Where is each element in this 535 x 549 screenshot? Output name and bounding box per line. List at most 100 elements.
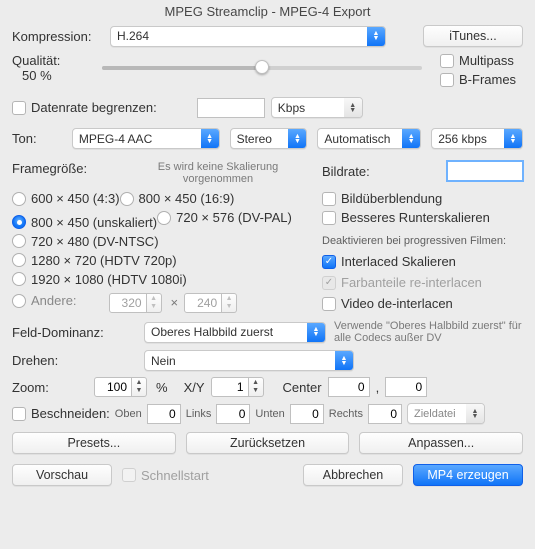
stepper-arrows-icon <box>249 377 264 397</box>
crop-top-label: Oben <box>115 408 142 420</box>
presets-button[interactable]: Presets... <box>12 432 176 454</box>
chevron-updown-icon <box>466 404 484 423</box>
blend-checkbox[interactable]: Bildüberblendung <box>322 191 442 206</box>
preview-button[interactable]: Vorschau <box>12 464 112 486</box>
framesize-other-width[interactable] <box>109 293 165 313</box>
datarate-input[interactable] <box>197 98 265 118</box>
multipass-checkbox[interactable]: Multipass <box>440 53 516 68</box>
zoom-percent-input[interactable] <box>94 377 132 397</box>
bframes-label: B-Frames <box>459 72 516 87</box>
radio-dot-icon <box>120 192 134 206</box>
window-title: MPEG Streamclip - MPEG-4 Export <box>0 0 535 25</box>
rotate-label: Drehen: <box>12 353 144 368</box>
framesize-other-height-input[interactable] <box>184 293 222 313</box>
audio-channels-select[interactable]: Stereo <box>230 128 308 149</box>
quality-label-block: Qualität: 50 % <box>12 53 88 83</box>
framesize-radio-4[interactable]: 720 × 480 (DV-NTSC) <box>12 234 159 249</box>
video-deinterlace-label: Video de-interlacen <box>341 296 453 311</box>
video-deinterlace-checkbox[interactable]: Video de-interlacen <box>322 296 453 311</box>
framesize-radio-label: 1280 × 720 (HDTV 720p) <box>31 253 177 268</box>
framesize-radio-6[interactable]: 1920 × 1080 (HDTV 1080i) <box>12 272 187 287</box>
chevron-updown-icon <box>402 129 420 148</box>
datarate-unit-select[interactable]: Kbps <box>271 97 363 118</box>
better-downscale-checkbox[interactable]: Besseres Runterskalieren <box>322 210 490 225</box>
zoom-xy-stepper[interactable] <box>211 377 267 397</box>
framesize-radio-label: 720 × 576 (DV-PAL) <box>176 210 292 225</box>
crop-checkbox[interactable]: Beschneiden: <box>12 406 110 421</box>
compression-value: H.264 <box>117 29 363 43</box>
audio-label: Ton: <box>12 131 72 146</box>
zoom-center-label: Center <box>283 380 322 395</box>
chevron-updown-icon <box>504 129 522 148</box>
crop-left-input[interactable] <box>216 404 250 424</box>
framesize-other-width-input[interactable] <box>109 293 147 313</box>
framesize-radio-label: 800 × 450 (unskaliert) <box>31 215 157 230</box>
compression-label: Kompression: <box>12 29 110 44</box>
framesize-radio-label: 720 × 480 (DV-NTSC) <box>31 234 159 249</box>
crop-bottom-label: Unten <box>255 408 284 420</box>
crop-top-input[interactable] <box>147 404 181 424</box>
bframes-checkbox[interactable]: B-Frames <box>440 72 516 87</box>
audio-bitrate-select[interactable]: 256 kbps <box>431 128 523 149</box>
framesize-radio-label: 800 × 450 (16:9) <box>139 191 235 206</box>
quality-percent-text: 50 % <box>12 68 88 83</box>
audio-codec-value: MPEG-4 AAC <box>79 132 197 146</box>
framesize-radio-0[interactable]: 600 × 450 (4:3) <box>12 191 120 206</box>
itunes-button[interactable]: iTunes... <box>423 25 523 47</box>
deinterlace-heading: Deaktivieren bei progressiven Filmen: <box>322 235 523 247</box>
framesize-radio-3[interactable]: 720 × 576 (DV-PAL) <box>157 210 292 225</box>
adjust-button[interactable]: Anpassen... <box>359 432 523 454</box>
framesize-note: Es wird keine Skalierung vorgenommen <box>124 161 312 185</box>
audio-bitrate-value: 256 kbps <box>438 132 500 146</box>
reset-button[interactable]: Zurücksetzen <box>186 432 350 454</box>
framesize-radio-5[interactable]: 1280 × 720 (HDTV 720p) <box>12 253 177 268</box>
framesize-other-label: Andere: <box>31 293 77 308</box>
radio-dot-icon <box>12 272 26 286</box>
framesize-other-radio[interactable]: Andere: <box>12 293 77 308</box>
audio-channels-value: Stereo <box>237 132 285 146</box>
field-dominance-label: Feld-Dominanz: <box>12 325 144 340</box>
framesize-radio-1[interactable]: 800 × 450 (16:9) <box>120 191 235 206</box>
make-mp4-button[interactable]: MP4 erzeugen <box>413 464 523 486</box>
chevron-updown-icon <box>201 129 219 148</box>
compression-select[interactable]: H.264 <box>110 26 386 47</box>
field-dominance-hint: Verwende "Oberes Halbbild zuerst" für al… <box>334 320 523 344</box>
crop-target-select[interactable]: Zieldatei <box>407 403 485 424</box>
audio-mode-select[interactable]: Automatisch <box>317 128 421 149</box>
zoom-xy-input[interactable] <box>211 377 249 397</box>
bildrate-input[interactable] <box>447 161 523 181</box>
radio-dot-icon <box>12 234 26 248</box>
audio-mode-value: Automatisch <box>324 132 398 146</box>
framesize-radio-2[interactable]: 800 × 450 (unskaliert) <box>12 215 157 230</box>
crop-right-input[interactable] <box>368 404 402 424</box>
zoom-percent-sym: % <box>156 380 168 395</box>
crop-label: Beschneiden: <box>31 406 110 421</box>
crop-left-label: Links <box>186 408 212 420</box>
datarate-unit-value: Kbps <box>278 101 340 115</box>
zoom-percent-stepper[interactable] <box>94 377 150 397</box>
stepper-arrows-icon <box>222 293 237 313</box>
crop-bottom-input[interactable] <box>290 404 324 424</box>
chevron-updown-icon <box>307 323 325 342</box>
interlaced-scale-checkbox[interactable]: ✓Interlaced Skalieren <box>322 254 456 269</box>
quality-slider[interactable] <box>102 59 422 77</box>
limit-datarate-checkbox[interactable]: Datenrate begrenzen: <box>12 100 157 115</box>
framesize-other-height[interactable] <box>184 293 240 313</box>
framesize-label: Framegröße: <box>12 161 124 176</box>
chevron-updown-icon <box>344 98 362 117</box>
radio-dot-icon <box>157 211 171 225</box>
radio-dot-icon <box>12 253 26 267</box>
interlaced-scale-label: Interlaced Skalieren <box>341 254 456 269</box>
zoom-center-y-input[interactable] <box>385 377 427 397</box>
rotate-select[interactable]: Nein <box>144 350 354 371</box>
schnellstart-checkbox: Schnellstart <box>122 468 209 483</box>
radio-dot-icon <box>12 192 26 206</box>
zoom-center-x-input[interactable] <box>328 377 370 397</box>
stepper-arrows-icon <box>132 377 147 397</box>
chevron-updown-icon <box>367 27 385 46</box>
cancel-button[interactable]: Abbrechen <box>303 464 403 486</box>
better-downscale-label: Besseres Runterskalieren <box>341 210 490 225</box>
field-dominance-select[interactable]: Oberes Halbbild zuerst <box>144 322 326 343</box>
audio-codec-select[interactable]: MPEG-4 AAC <box>72 128 220 149</box>
crop-right-label: Rechts <box>329 408 363 420</box>
